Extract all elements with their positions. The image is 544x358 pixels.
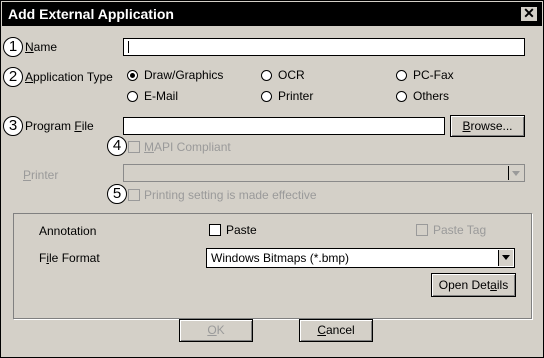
radio-email[interactable] [127,91,138,102]
ok-button[interactable]: OK [179,319,253,342]
mapi-compliant-label: MAPI Compliant [144,140,231,154]
paste-checkbox[interactable] [209,224,221,236]
printing-setting-checkbox[interactable] [128,189,140,201]
radio-pc-fax-label[interactable]: PC-Fax [413,68,454,82]
paste-tag-label: Paste Tag [433,223,487,237]
radio-others[interactable] [396,91,407,102]
program-file-input[interactable] [123,117,445,135]
title-bar: Add External Application ✕ [2,2,542,26]
chevron-down-icon [508,166,523,180]
radio-printer[interactable] [261,91,272,102]
text-cursor [128,41,129,53]
radio-draw-graphics[interactable] [127,70,138,81]
paste-label[interactable]: Paste [226,223,257,237]
annotation-label: Annotation [39,224,97,238]
program-file-label: Program File [25,119,94,133]
close-button[interactable]: ✕ [520,6,538,22]
open-details-button[interactable]: Open Details [431,273,516,297]
radio-draw-graphics-label[interactable]: Draw/Graphics [144,68,223,82]
dialog-title: Add External Application [8,6,174,22]
radio-ocr-label[interactable]: OCR [278,68,305,82]
marker-4: 4 [107,136,127,156]
marker-3: 3 [3,116,23,136]
radio-printer-label[interactable]: Printer [278,89,313,103]
radio-others-label[interactable]: Others [413,89,449,103]
printing-setting-label: Printing setting is made effective [144,188,317,202]
marker-5: 5 [107,184,127,204]
name-input[interactable] [123,38,525,56]
name-label: Name [25,40,58,54]
close-icon: ✕ [523,5,535,21]
application-type-label: Application Type [25,70,113,84]
cancel-button[interactable]: Cancel [299,319,373,342]
radio-pc-fax[interactable] [396,70,407,81]
browse-button[interactable]: Browse... [450,115,525,137]
chevron-down-icon[interactable] [498,250,513,266]
file-format-dropdown[interactable]: Windows Bitmaps (*.bmp) [206,248,515,268]
radio-ocr[interactable] [261,70,272,81]
mapi-compliant-checkbox[interactable] [128,141,140,153]
radio-email-label[interactable]: E-Mail [144,89,178,103]
file-format-label: File Format [39,251,100,265]
paste-tag-checkbox[interactable] [416,224,428,236]
marker-2: 2 [3,67,23,87]
printer-dropdown[interactable] [123,164,525,182]
printer-label: Printer [23,168,59,182]
marker-1: 1 [3,37,23,57]
add-external-application-dialog: Add External Application ✕ 1 Name 2 Appl… [0,0,544,358]
